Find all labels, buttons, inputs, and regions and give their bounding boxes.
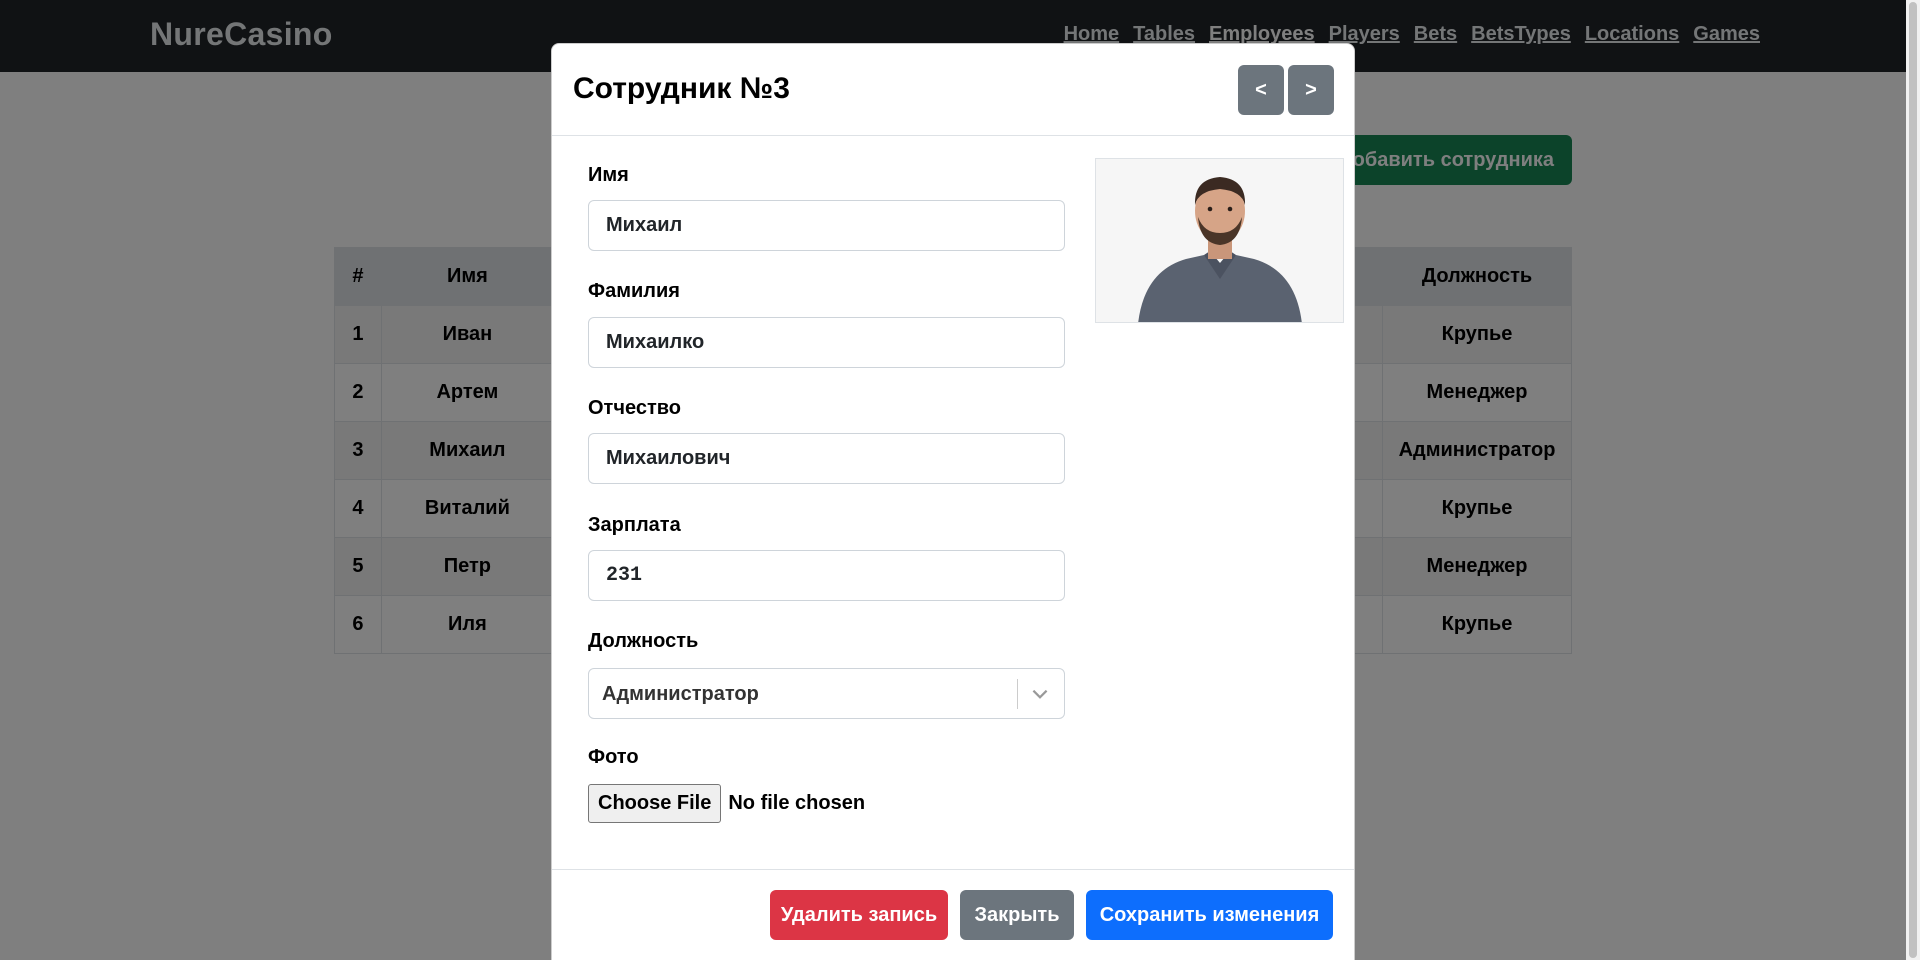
next-record-button[interactable]: > — [1288, 65, 1334, 115]
employee-photo-image — [1096, 159, 1343, 322]
first-name-input[interactable]: Михаил — [588, 200, 1065, 251]
prev-record-button[interactable]: < — [1238, 65, 1284, 115]
photo-label: Фото — [588, 746, 639, 768]
modal-title: Сотрудник №3 — [573, 72, 790, 105]
last-name-label: Фамилия — [588, 280, 680, 302]
position-select[interactable]: Администратор — [588, 668, 1065, 719]
employee-photo — [1095, 158, 1344, 323]
page-scrollbar[interactable] — [1906, 0, 1920, 960]
position-label: Должность — [588, 630, 699, 652]
chevron-down-icon[interactable] — [1029, 683, 1051, 705]
scrollbar-thumb[interactable] — [1909, 2, 1917, 958]
patronymic-input[interactable]: Михаилович — [588, 433, 1065, 484]
photo-file-input[interactable]: Choose File No file chosen — [588, 784, 865, 823]
salary-input[interactable]: 231 — [588, 550, 1065, 601]
file-status: No file chosen — [728, 792, 866, 814]
close-button[interactable]: Закрыть — [960, 890, 1074, 940]
delete-record-button[interactable]: Удалить запись — [770, 890, 948, 940]
position-select-value: Администратор — [602, 683, 759, 705]
select-separator — [1017, 679, 1018, 709]
first-name-label: Имя — [588, 164, 629, 186]
choose-file-button[interactable]: Choose File — [588, 784, 722, 823]
modal-header: Сотрудник №3 < > — [552, 44, 1354, 136]
patronymic-label: Отчество — [588, 397, 681, 419]
salary-label: Зарплата — [588, 514, 681, 536]
employee-modal: Сотрудник №3 < > Имя Михаил Фамилия Миха… — [551, 43, 1355, 960]
last-name-input[interactable]: Михаилко — [588, 317, 1065, 368]
save-changes-button[interactable]: Сохранить изменения — [1086, 890, 1333, 940]
